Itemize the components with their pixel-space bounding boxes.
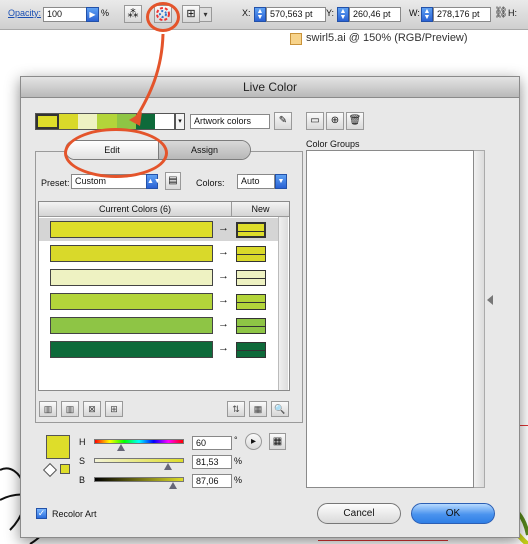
annotation-arrow xyxy=(129,33,165,126)
